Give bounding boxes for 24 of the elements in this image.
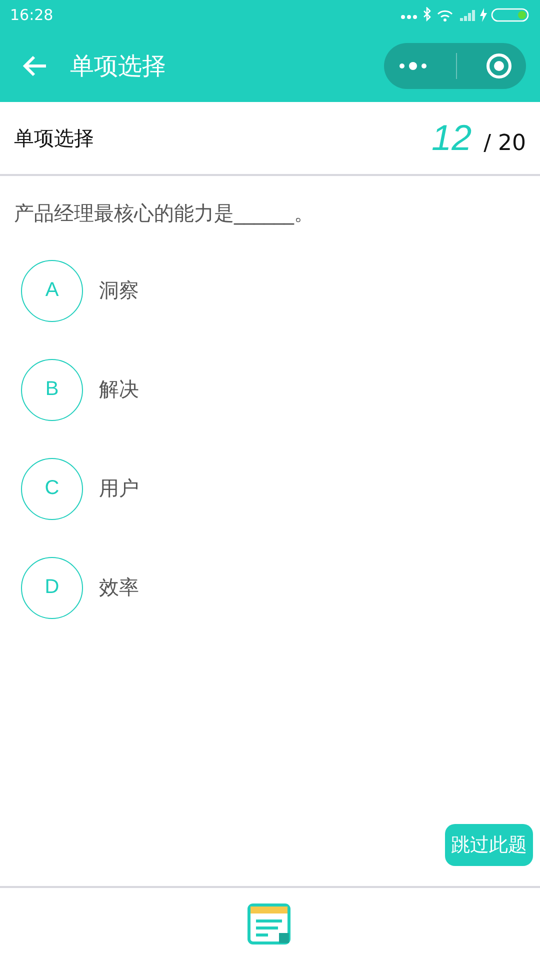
option-text[interactable]: 解决 [99,376,139,403]
total-questions: / 20 [484,131,526,156]
option-letter[interactable]: D [21,556,83,618]
current-question-number: 12 [432,117,472,159]
question-text: 产品经理最核心的能力是______。 [14,200,315,227]
wifi-icon [437,10,453,22]
section-title: 单项选择 [14,124,94,152]
answer-sheet-icon[interactable] [247,903,293,945]
option-text[interactable]: 洞察 [99,277,139,304]
option-text[interactable]: 效率 [99,574,139,601]
signal-icon [460,10,475,21]
option-letter[interactable]: A [21,260,83,322]
charging-icon [480,8,487,22]
status-time: 16:28 [10,6,54,24]
battery-icon [491,8,529,22]
nav-title: 单项选择 [70,51,167,82]
option-letter[interactable]: B [21,358,83,420]
option-text[interactable]: 用户 [99,475,139,502]
skip-button[interactable]: 跳过此题 [445,824,533,866]
back-arrow-icon[interactable] [22,55,48,77]
more-icon[interactable] [398,61,428,71]
bluetooth-icon [424,7,431,22]
more-dots-icon [401,15,417,19]
option-letter[interactable]: C [21,458,83,520]
